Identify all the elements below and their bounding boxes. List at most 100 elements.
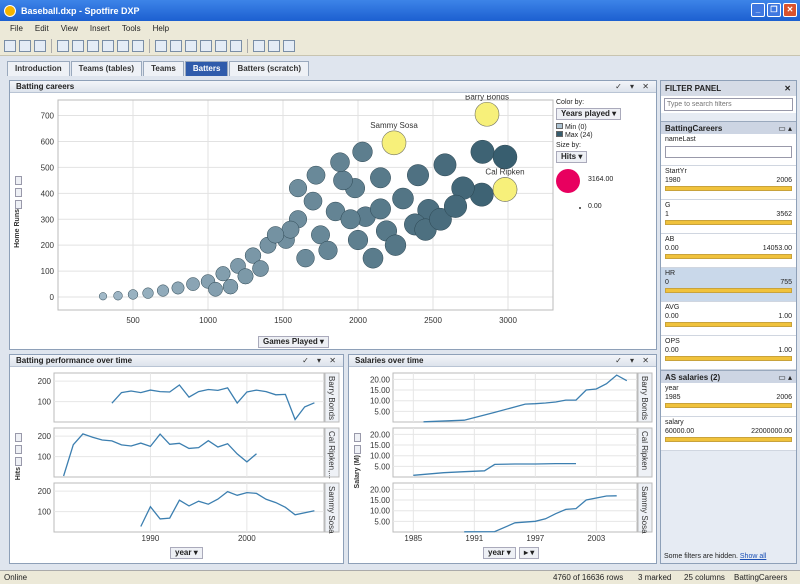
filter-item[interactable]: StartYr 1980 2006 <box>661 166 796 200</box>
range-slider[interactable] <box>665 186 792 191</box>
show-all-link[interactable]: Show all <box>740 553 766 560</box>
filter-group-title[interactable]: BattingCareers <box>665 124 722 133</box>
range-slider[interactable] <box>665 254 792 259</box>
y-tick-label: 0 <box>50 293 55 302</box>
filter-item[interactable]: AVG 0.00 1.00 <box>661 302 796 336</box>
filter-item[interactable]: AB 0.00 14053.00 <box>661 234 796 268</box>
scatter-chart-icon[interactable] <box>200 39 212 52</box>
panel-controls[interactable]: ✓ ▾ ✕ <box>302 355 339 366</box>
x-tick-label: 3000 <box>499 316 517 325</box>
annotation-label: Sammy Sosa <box>370 121 418 130</box>
tab-teams[interactable]: Teams <box>143 61 184 76</box>
menu-tools[interactable]: Tools <box>122 24 141 33</box>
data-point <box>215 266 231 282</box>
axis-selector-button[interactable] <box>15 445 22 454</box>
axis-selector-button[interactable] <box>15 433 22 442</box>
panel-controls[interactable]: ✓ ▾ ✕ <box>615 81 652 92</box>
filter-min: 60000.00 <box>665 428 695 435</box>
new-icon[interactable] <box>4 39 16 52</box>
menu-insert[interactable]: Insert <box>90 24 110 33</box>
highlighted-point <box>492 177 518 202</box>
filter-icon[interactable] <box>253 39 265 52</box>
range-slider[interactable] <box>665 403 792 408</box>
range-slider[interactable] <box>665 356 792 361</box>
filter-search-input[interactable] <box>664 98 793 111</box>
bookmark-icon[interactable] <box>268 39 280 52</box>
paste-icon[interactable] <box>102 39 114 52</box>
data-point <box>492 144 518 170</box>
x-axis-selector[interactable]: year ▾ <box>483 547 516 559</box>
menu-edit[interactable]: Edit <box>35 24 49 33</box>
filter-item[interactable]: G 1 3562 <box>661 200 796 234</box>
x-axis-selector[interactable]: Games Played ▾ <box>258 336 329 348</box>
legend: Color by: Years played ▾ Min (0) Max (24… <box>556 99 652 213</box>
print-icon[interactable] <box>57 39 69 52</box>
minimize-button[interactable]: _ <box>751 3 765 17</box>
menu-view[interactable]: View <box>61 24 78 33</box>
x-tick-label: 1500 <box>274 316 292 325</box>
color-by-dropdown[interactable]: Years played ▾ <box>556 108 622 120</box>
y-tick-label: 20.00 <box>370 375 391 384</box>
restore-button[interactable]: ❐ <box>767 3 781 17</box>
range-slider[interactable] <box>665 288 792 293</box>
salaries-chart[interactable]: 5.0010.0015.0020.00 Barry Bonds5.0010.001… <box>363 369 655 544</box>
axis-selector-button[interactable] <box>354 433 361 442</box>
filter-max: 2006 <box>776 177 792 184</box>
range-slider[interactable] <box>665 437 792 442</box>
copy-icon[interactable] <box>87 39 99 52</box>
axis-selector-button[interactable] <box>15 176 22 185</box>
panel-frame <box>392 372 638 423</box>
size-by-dropdown[interactable]: Hits ▾ <box>556 151 588 163</box>
page-tabs: Introduction Teams (tables) Teams Batter… <box>7 61 310 76</box>
open-icon[interactable] <box>19 39 31 52</box>
data-point <box>208 281 223 297</box>
name-search-field[interactable] <box>665 146 792 158</box>
y-axis-label[interactable]: Home Runs <box>14 209 21 248</box>
axis-selector-button[interactable] <box>15 188 22 197</box>
cut-icon[interactable] <box>72 39 84 52</box>
star-icon[interactable] <box>283 39 295 52</box>
trellis-strip-label: Cal Ripken <box>640 431 649 470</box>
close-button[interactable]: ✕ <box>783 3 797 17</box>
trellis-strip-label: Barry Bonds <box>640 376 649 420</box>
data-point <box>470 139 495 164</box>
menu-file[interactable]: File <box>10 24 23 33</box>
undo-icon[interactable] <box>117 39 129 52</box>
range-slider[interactable] <box>665 322 792 327</box>
x-axis-selector[interactable]: year ▾ <box>170 547 203 559</box>
line-chart-icon[interactable] <box>185 39 197 52</box>
redo-icon[interactable] <box>132 39 144 52</box>
tab-batters-scratch[interactable]: Batters (scratch) <box>229 61 310 76</box>
tab-teams-tables[interactable]: Teams (tables) <box>70 61 143 76</box>
close-filter-icon[interactable]: ✕ <box>784 81 791 96</box>
x-axis-extra-button[interactable]: ▸ ▾ <box>519 547 540 559</box>
axis-selector-button[interactable] <box>15 457 22 466</box>
scatter-plot[interactable]: 500 1000 1500 2000 2500 3000 0 100 200 300 400 500 6… <box>28 95 558 335</box>
table-icon[interactable] <box>155 39 167 52</box>
size-legend-max: 3164.00 <box>588 176 614 183</box>
tab-introduction[interactable]: Introduction <box>7 61 70 76</box>
tab-batters[interactable]: Batters <box>184 61 229 76</box>
toolbar-separator <box>247 38 248 53</box>
y-tick-label: 400 <box>41 189 55 198</box>
y-axis-label[interactable]: Hits <box>15 467 22 480</box>
save-icon[interactable] <box>34 39 46 52</box>
axis-selector-button[interactable] <box>15 200 22 209</box>
filter-min: 0.00 <box>665 245 679 252</box>
pie-chart-icon[interactable] <box>215 39 227 52</box>
panel-controls[interactable]: ✓ ▾ ✕ <box>615 355 652 366</box>
filter-group-title[interactable]: AS salaries (2) <box>665 373 720 382</box>
filter-item[interactable]: HR 0 755 <box>661 268 796 302</box>
range-slider[interactable] <box>665 220 792 225</box>
filter-label: AB <box>665 236 675 243</box>
axis-selector-button[interactable] <box>354 445 361 454</box>
y-axis-label[interactable]: Salary (M) <box>354 455 361 488</box>
map-icon[interactable] <box>230 39 242 52</box>
bar-chart-icon[interactable] <box>170 39 182 52</box>
filter-item[interactable]: OPS 0.00 1.00 <box>661 336 796 370</box>
menu-help[interactable]: Help <box>153 24 169 33</box>
batting-performance-chart[interactable]: 100 200 Barry Bonds 100 200 Cal Ripken,... 100… <box>24 369 342 544</box>
y-tick-label: 15.00 <box>370 441 391 450</box>
trellis-strip-label: Sammy Sosa <box>640 486 649 534</box>
toolbar-separator <box>51 38 52 53</box>
